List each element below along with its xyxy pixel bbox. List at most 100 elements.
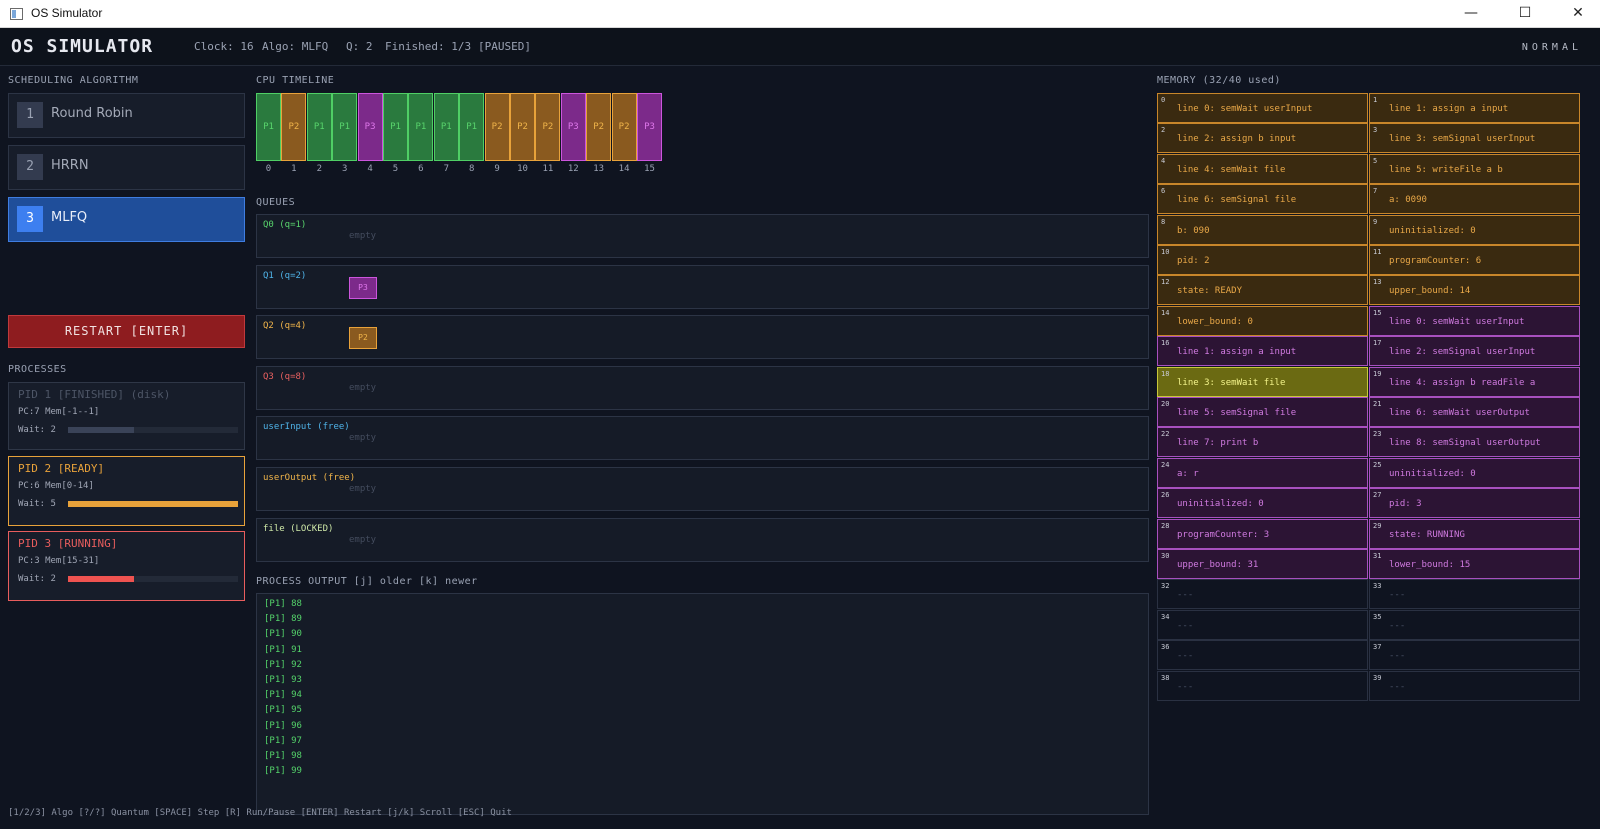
queue-label: Q0 (q=1) xyxy=(263,220,307,230)
memory-index: 34 xyxy=(1161,612,1170,621)
timeline-tick-label: 7 xyxy=(443,164,449,174)
memory-cell: 3 line 3: semSignal userInput xyxy=(1369,123,1580,154)
memory-index: 24 xyxy=(1161,460,1170,469)
queue-row: Q1 (q=2) P3 xyxy=(256,264,1149,309)
algo-button-hrrn[interactable]: 2 HRRN xyxy=(8,145,245,190)
timeline-tick-label: 2 xyxy=(316,164,322,174)
output-line: [P1] 91 xyxy=(264,644,302,655)
memory-cell: 30 upper_bound: 31 xyxy=(1157,549,1368,579)
output-line: [P1] 95 xyxy=(264,705,302,716)
process-pc-mem: PC:6 Mem[0-14] xyxy=(18,481,94,491)
memory-cell: 4 line 4: semWait file xyxy=(1157,153,1368,184)
output-line: [P1] 99 xyxy=(264,766,302,777)
memory-value: a: 0090 xyxy=(1389,195,1427,206)
memory-index: 9 xyxy=(1373,217,1378,226)
queue-label: Q1 (q=2) xyxy=(263,270,307,281)
algo-number-badge: 1 xyxy=(17,102,43,128)
output-line: [P1] 94 xyxy=(264,690,302,701)
memory-cell: 5 line 5: writeFile a b xyxy=(1369,153,1580,184)
memory-cell: 39 --- xyxy=(1369,670,1580,701)
memory-value: line 2: semSignal userInput xyxy=(1389,347,1536,358)
wait-bar-fill xyxy=(68,501,238,507)
queue-process-chip[interactable]: P3 xyxy=(349,276,377,299)
algo-button-mlfq[interactable]: 3 MLFQ xyxy=(8,197,245,242)
memory-cell: 22 line 7: print b xyxy=(1157,427,1368,458)
wait-bar-track xyxy=(68,501,238,507)
timeline-slot-p1: P1 xyxy=(433,93,459,161)
queue-empty-text: empty xyxy=(349,484,377,494)
memory-index: 38 xyxy=(1161,673,1170,682)
memory-cell: 7 a: 0090 xyxy=(1369,184,1580,215)
memory-cell: 35 --- xyxy=(1369,609,1580,640)
memory-value: line 4: assign b readFile a xyxy=(1389,377,1536,388)
output-line: [P1] 88 xyxy=(264,599,302,609)
memory-cell: 36 --- xyxy=(1157,640,1368,671)
memory-cell: 37 --- xyxy=(1369,640,1580,671)
app-window-icon xyxy=(10,8,23,20)
queue-row: Q3 (q=8) empty xyxy=(256,365,1149,410)
memory-cell: 29 state: RUNNING xyxy=(1369,518,1580,549)
memory-cell: 17 line 2: semSignal userInput xyxy=(1369,336,1580,367)
memory-value: line 8: semSignal userOutput xyxy=(1389,438,1541,449)
process-card-pid-3[interactable]: PID 3 [RUNNING] PC:3 Mem[15-31] Wait: 2 xyxy=(8,531,245,601)
memory-index: 8 xyxy=(1161,217,1166,226)
memory-section-title: MEMORY (32/40 used) xyxy=(1157,75,1281,86)
window-title: OS Simulator xyxy=(31,6,103,20)
finished-readout: Finished: 1/3 xyxy=(385,40,472,53)
memory-value: pid: 2 xyxy=(1177,256,1210,266)
memory-index: 14 xyxy=(1161,308,1170,317)
memory-cell: 25 uninitialized: 0 xyxy=(1369,457,1580,488)
memory-cell: 38 --- xyxy=(1157,670,1368,701)
memory-index: 26 xyxy=(1161,491,1170,500)
process-title: PID 2 [READY] xyxy=(18,462,105,475)
maximize-icon[interactable]: ☐ xyxy=(1502,0,1548,28)
memory-value: uninitialized: 0 xyxy=(1389,468,1476,479)
memory-value: state: READY xyxy=(1177,286,1243,297)
memory-value: --- xyxy=(1177,620,1194,631)
memory-value: --- xyxy=(1389,681,1406,692)
algo-button-round-robin[interactable]: 1 Round Robin xyxy=(8,93,245,138)
restart-button[interactable]: RESTART [ENTER] xyxy=(8,315,245,348)
close-icon[interactable]: ✕ xyxy=(1555,0,1600,28)
minimize-icon[interactable]: — xyxy=(1448,0,1494,28)
timeline-slot-p1: P1 xyxy=(383,93,408,161)
wait-bar-track xyxy=(68,427,238,433)
memory-cell: 14 lower_bound: 0 xyxy=(1157,305,1368,336)
memory-cell: 13 upper_bound: 14 xyxy=(1369,275,1580,306)
memory-value: lower_bound: 0 xyxy=(1177,316,1253,327)
memory-cell: 28 programCounter: 3 xyxy=(1157,518,1368,549)
memory-index: 21 xyxy=(1373,400,1382,408)
timeline-slot-p2: P2 xyxy=(535,93,561,161)
timeline-slot-p1: P1 xyxy=(408,93,434,161)
queue-empty-text: empty xyxy=(349,231,377,241)
memory-cell: 32 --- xyxy=(1157,579,1368,610)
memory-value: programCounter: 6 xyxy=(1389,256,1482,266)
memory-value: upper_bound: 31 xyxy=(1177,560,1259,570)
output-line: [P1] 98 xyxy=(264,751,302,761)
memory-index: 13 xyxy=(1373,278,1382,287)
timeline-tick-label: 4 xyxy=(367,164,373,174)
process-card-pid-2[interactable]: PID 2 [READY] PC:6 Mem[0-14] Wait: 5 xyxy=(8,456,245,526)
memory-value: line 1: assign a input xyxy=(1177,347,1297,358)
memory-index: 27 xyxy=(1373,491,1382,500)
process-card-pid-1[interactable]: PID 1 [FINISHED] (disk) PC:7 Mem[-1--1] … xyxy=(8,382,245,450)
queue-empty-text: empty xyxy=(349,382,377,393)
memory-index: 11 xyxy=(1373,248,1382,256)
memory-value: lower_bound: 15 xyxy=(1389,560,1471,570)
memory-value: programCounter: 3 xyxy=(1177,529,1270,540)
memory-cell: 15 line 0: semWait userInput xyxy=(1369,305,1580,336)
window-titlebar: OS Simulator — ☐ ✕ xyxy=(0,0,1600,28)
timeline-slot-p3: P3 xyxy=(637,93,662,161)
memory-value: --- xyxy=(1177,651,1194,662)
queue-row: userOutput (free) empty xyxy=(256,467,1149,511)
memory-value: --- xyxy=(1389,651,1406,662)
queue-process-chip[interactable]: P2 xyxy=(349,327,377,350)
process-wait: Wait: 2 xyxy=(18,574,56,584)
memory-cell: 23 line 8: semSignal userOutput xyxy=(1369,427,1580,458)
memory-index: 15 xyxy=(1373,308,1382,317)
memory-cell: 16 line 1: assign a input xyxy=(1157,336,1368,367)
memory-index: 28 xyxy=(1161,521,1170,530)
memory-value: --- xyxy=(1177,681,1194,692)
memory-value: state: RUNNING xyxy=(1389,529,1465,540)
process-output-panel[interactable]: [P1] 88 [P1] 89 [P1] 90 [P1] 91 [P1] 92 [P1] … xyxy=(256,593,1149,815)
